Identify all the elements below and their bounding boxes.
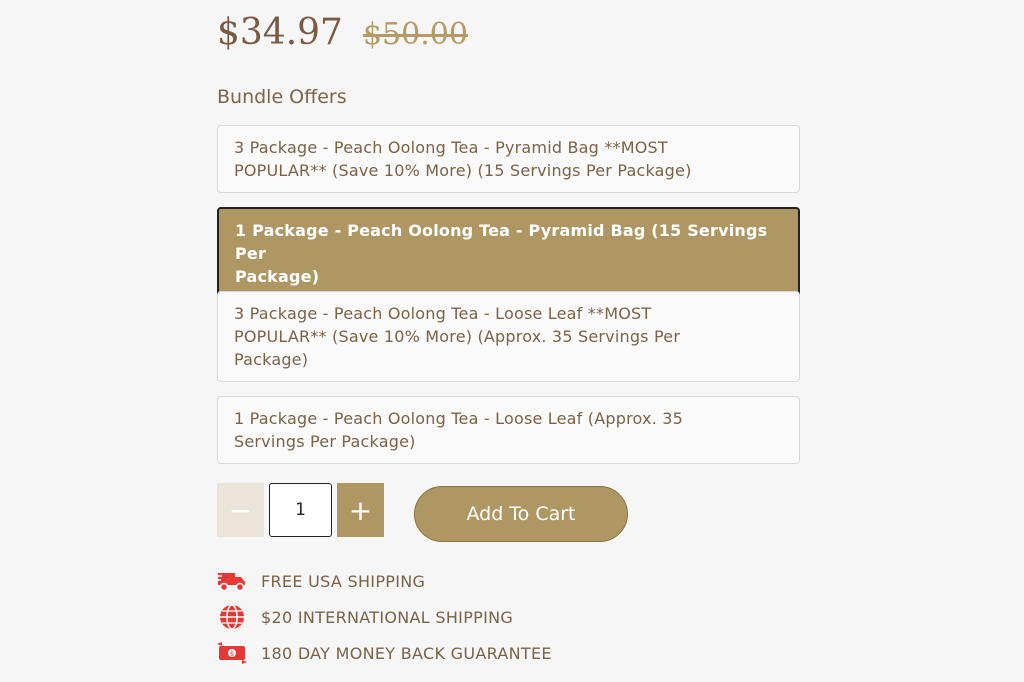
offer-line: 3 Package - Peach Oolong Tea - Pyramid B… — [234, 138, 668, 157]
truck-icon — [217, 568, 247, 594]
offer-line: Servings Per Package) — [234, 432, 416, 451]
feature-label: 180 DAY MONEY BACK GUARANTEE — [261, 643, 552, 663]
offer-line: 1 Package - Peach Oolong Tea - Pyramid B… — [235, 221, 768, 263]
decrease-quantity-button[interactable]: − — [217, 483, 264, 537]
globe-icon — [217, 604, 247, 630]
money-back-icon: $ — [217, 640, 247, 666]
bundle-offer-option-selected[interactable]: 1 Package - Peach Oolong Tea - Pyramid B… — [217, 207, 800, 300]
increase-quantity-button[interactable]: + — [337, 483, 384, 537]
offer-line: 1 Package - Peach Oolong Tea - Loose Lea… — [234, 409, 684, 428]
add-to-cart-button[interactable]: Add To Cart — [414, 486, 628, 542]
bundle-offer-option[interactable]: 3 Package - Peach Oolong Tea - Loose Lea… — [217, 291, 800, 382]
offer-line: Package) — [235, 267, 320, 286]
feature-international-shipping: $20 INTERNATIONAL SHIPPING — [217, 604, 513, 630]
offer-line: POPULAR** (Save 10% More) (15 Servings P… — [234, 161, 692, 180]
feature-label: FREE USA SHIPPING — [261, 571, 426, 591]
feature-money-back-guarantee: $ 180 DAY MONEY BACK GUARANTEE — [217, 640, 552, 666]
bundle-offer-option[interactable]: 1 Package - Peach Oolong Tea - Loose Lea… — [217, 396, 800, 464]
quantity-stepper: − + — [217, 483, 384, 537]
quantity-input[interactable] — [269, 483, 332, 537]
svg-text:$: $ — [230, 650, 234, 658]
feature-free-usa-shipping: FREE USA SHIPPING — [217, 568, 425, 594]
feature-label: $20 INTERNATIONAL SHIPPING — [261, 607, 514, 627]
offer-line: POPULAR** (Save 10% More) (Approx. 35 Se… — [234, 327, 681, 346]
offer-line: Package) — [234, 350, 309, 369]
current-price: $34.97 — [217, 12, 343, 53]
bundle-offer-option[interactable]: 3 Package - Peach Oolong Tea - Pyramid B… — [217, 125, 800, 193]
original-price: $50.00 — [362, 17, 468, 52]
price-row: $34.97 $50.00 — [217, 12, 468, 53]
bundle-offers-title: Bundle Offers — [217, 86, 347, 108]
offer-line: 3 Package - Peach Oolong Tea - Loose Lea… — [234, 304, 652, 323]
